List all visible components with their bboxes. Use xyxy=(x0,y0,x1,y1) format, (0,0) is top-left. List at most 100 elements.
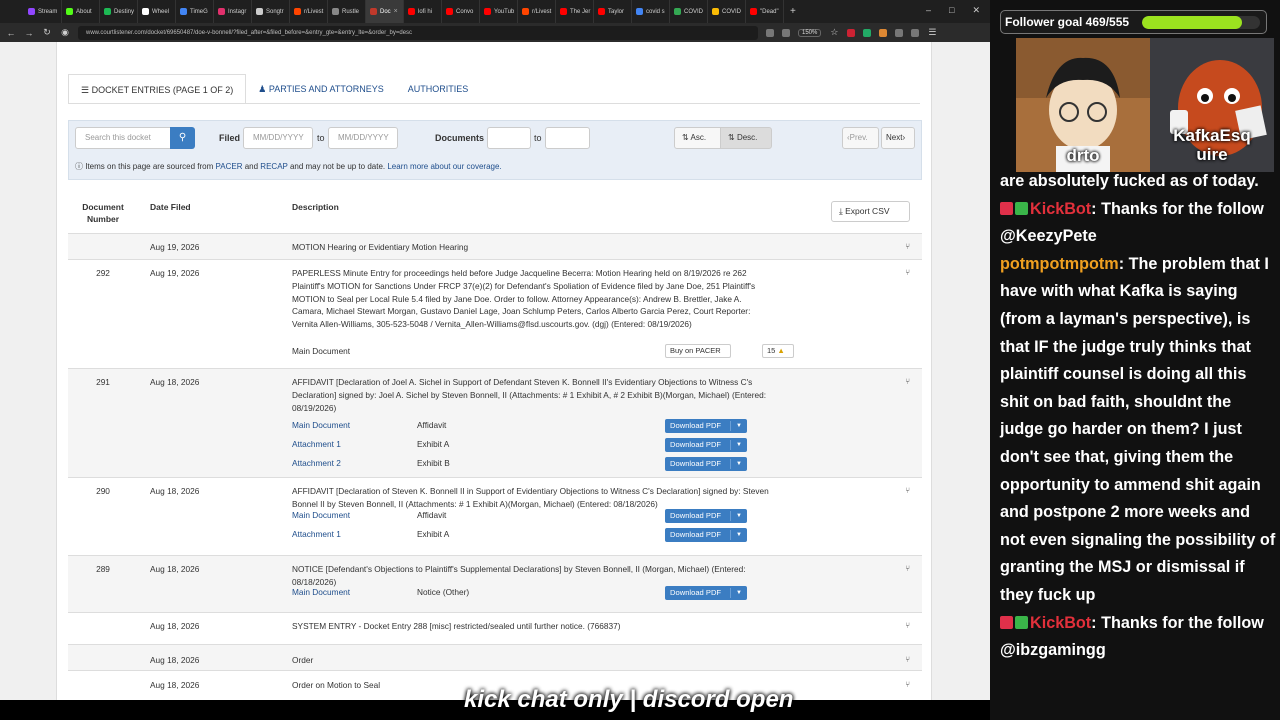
share-icon[interactable]: ⑂ xyxy=(905,564,910,573)
url-field[interactable]: www.courtlistener.com/docket/69650487/do… xyxy=(78,25,758,40)
browser-tab-label: Doc xyxy=(380,8,391,15)
maximize-icon[interactable]: □ xyxy=(949,5,954,16)
tab-authorities[interactable]: AUTHORITIES xyxy=(396,74,481,104)
back-icon[interactable]: ← xyxy=(6,28,16,38)
browser-tab[interactable]: About xyxy=(62,0,100,23)
document-description: Affidavit xyxy=(417,420,447,430)
close-tab-icon[interactable]: × xyxy=(394,8,398,15)
document-link[interactable]: Attachment 2 xyxy=(292,458,341,468)
caret-down-icon[interactable]: ▼ xyxy=(736,509,742,523)
pacer-link[interactable]: PACER xyxy=(216,162,243,171)
document-link[interactable]: Main Document xyxy=(292,420,350,430)
share-icon[interactable]: ⑂ xyxy=(905,242,910,251)
docket-search-input[interactable]: Search this docket xyxy=(75,127,171,149)
filed-after-input[interactable]: MM/DD/YYYY xyxy=(243,127,313,149)
prev-page-button[interactable]: ‹Prev. xyxy=(842,127,879,149)
browser-tab[interactable]: Wheel xyxy=(138,0,176,23)
document-link[interactable]: Main Document xyxy=(292,510,350,520)
sort-desc-button[interactable]: ⇅ Desc. xyxy=(720,127,772,149)
browser-tab[interactable]: lofi hi xyxy=(404,0,442,23)
entry-date: Aug 18, 2026 xyxy=(150,655,200,665)
browser-tab[interactable]: Destiny xyxy=(100,0,138,23)
browser-tab[interactable]: COVID xyxy=(670,0,708,23)
share-icon[interactable]: ⑂ xyxy=(905,655,910,664)
document-link[interactable]: Main Document xyxy=(292,587,350,597)
minimize-icon[interactable]: – xyxy=(926,5,931,16)
browser-tab[interactable]: r/Livest xyxy=(518,0,556,23)
extension-icon[interactable] xyxy=(863,28,872,37)
chat-username[interactable]: KickBot xyxy=(1030,614,1091,632)
document-description: Affidavit xyxy=(417,510,447,520)
entry-number: 292 xyxy=(96,268,110,278)
extensions-puzzle-icon[interactable] xyxy=(911,28,920,37)
entry-gte-input[interactable] xyxy=(487,127,531,149)
browser-tab[interactable]: COVID xyxy=(708,0,746,23)
extension-icon[interactable] xyxy=(879,28,888,37)
tab-docket-entries[interactable]: ☰ DOCKET ENTRIES (PAGE 1 OF 2) xyxy=(68,74,247,104)
caret-down-icon[interactable]: ▼ xyxy=(736,586,742,600)
browser-tab-label: "Dead" xyxy=(760,8,779,15)
browser-tab[interactable]: Doc × xyxy=(366,0,404,23)
download-label: Download PDF xyxy=(670,511,722,520)
verified-badge-icon xyxy=(1015,615,1028,629)
buy-on-pacer-button[interactable]: Buy on PACER xyxy=(665,344,731,358)
sort-asc-button[interactable]: ⇅ Asc. xyxy=(674,127,721,149)
download-pdf-button[interactable]: Download PDF ▼ xyxy=(665,528,747,542)
browser-tab[interactable]: Convo xyxy=(442,0,480,23)
lock-icon[interactable]: ◉ xyxy=(60,27,70,38)
download-pdf-button[interactable]: Download PDF ▼ xyxy=(665,457,747,471)
extension-icon[interactable] xyxy=(847,28,856,37)
download-pdf-button[interactable]: Download PDF ▼ xyxy=(665,438,747,452)
next-page-button[interactable]: Next› xyxy=(881,127,915,149)
browser-tab[interactable]: Stream xyxy=(24,0,62,23)
document-link[interactable]: Attachment 1 xyxy=(292,439,341,449)
browser-tab-label: YouTub xyxy=(494,8,515,15)
download-pdf-button[interactable]: Download PDF ▼ xyxy=(665,509,747,523)
document-link[interactable]: Attachment 1 xyxy=(292,529,341,539)
entry-lte-input[interactable] xyxy=(545,127,590,149)
document-link[interactable]: Main Document xyxy=(292,346,350,356)
new-tab-icon[interactable]: + xyxy=(784,6,802,17)
close-window-icon[interactable]: ✕ xyxy=(972,5,980,16)
zoom-indicator[interactable]: 150% xyxy=(798,28,822,37)
browser-tab[interactable]: covid s xyxy=(632,0,670,23)
filed-before-input[interactable]: MM/DD/YYYY xyxy=(328,127,398,149)
browser-tab[interactable]: Rustle xyxy=(328,0,366,23)
share-icon[interactable]: ⑂ xyxy=(905,621,910,630)
chat-username[interactable]: potmpotmpotm xyxy=(1000,255,1119,273)
share-icon[interactable]: ⑂ xyxy=(905,268,910,277)
menu-icon[interactable]: ☰ xyxy=(927,27,937,38)
export-csv-button[interactable]: ⤓ Export CSV xyxy=(831,201,910,222)
reload-icon[interactable]: ↻ xyxy=(42,27,52,38)
tab-parties[interactable]: ♟ PARTIES AND ATTORNEYS xyxy=(246,74,395,104)
download-pdf-button[interactable]: Download PDF ▼ xyxy=(665,419,747,433)
caret-down-icon[interactable]: ▼ xyxy=(736,457,742,471)
bookmark-star-icon[interactable]: ☆ xyxy=(829,27,839,38)
browser-tab[interactable]: The Jer xyxy=(556,0,594,23)
reader-icon[interactable] xyxy=(766,28,774,37)
share-icon[interactable]: ⑂ xyxy=(905,377,910,386)
browser-tab[interactable]: TimeG xyxy=(176,0,214,23)
learn-more-link[interactable]: Learn more about our coverage. xyxy=(387,162,501,171)
users-icon: ♟ xyxy=(258,84,269,94)
share-icon[interactable]: ⑂ xyxy=(905,680,910,689)
chat-separator: : xyxy=(1091,199,1102,218)
chat-username[interactable]: KickBot xyxy=(1030,200,1091,218)
caret-down-icon[interactable]: ▼ xyxy=(736,419,742,433)
extension-icon[interactable] xyxy=(895,28,904,37)
browser-tab[interactable]: Taylor xyxy=(594,0,632,23)
recap-link[interactable]: RECAP xyxy=(260,162,287,171)
download-pdf-button[interactable]: Download PDF ▼ xyxy=(665,586,747,600)
search-button[interactable]: ⚲ xyxy=(170,127,195,149)
screenshot-icon[interactable] xyxy=(782,28,790,37)
docket-tabs: ☰ DOCKET ENTRIES (PAGE 1 OF 2) ♟ PARTIES… xyxy=(68,74,480,104)
browser-tab[interactable]: r/Livest xyxy=(290,0,328,23)
caret-down-icon[interactable]: ▼ xyxy=(736,528,742,542)
browser-tab[interactable]: "Dead" xyxy=(746,0,784,23)
forward-icon[interactable]: → xyxy=(24,28,34,38)
browser-tab[interactable]: Instagr xyxy=(214,0,252,23)
browser-tab[interactable]: YouTub xyxy=(480,0,518,23)
share-icon[interactable]: ⑂ xyxy=(905,486,910,495)
browser-tab[interactable]: Songtr xyxy=(252,0,290,23)
caret-down-icon[interactable]: ▼ xyxy=(736,438,742,452)
